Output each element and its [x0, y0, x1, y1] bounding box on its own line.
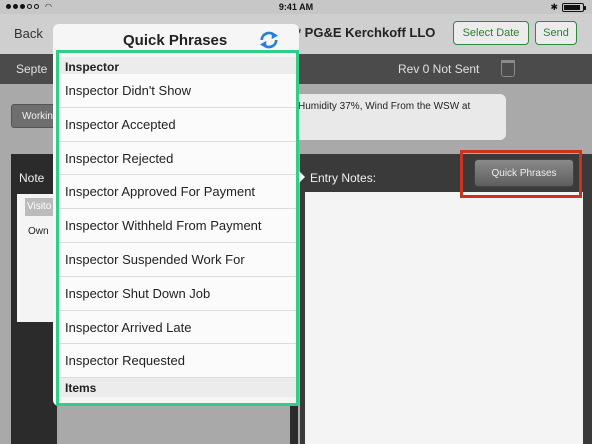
popover-arrow	[298, 170, 305, 184]
back-button[interactable]: Back	[14, 26, 43, 41]
send-button[interactable]: Send	[535, 21, 577, 45]
battery-icon	[562, 3, 586, 12]
refresh-icon[interactable]	[258, 30, 280, 50]
list-item-owner[interactable]: Own	[28, 226, 49, 237]
status-time: 9:41 AM	[278, 2, 314, 12]
bluetooth-icon: ✱	[550, 2, 558, 12]
entry-notes-label: Entry Notes:	[310, 171, 377, 185]
note-category-label: Note	[19, 171, 45, 185]
trash-icon[interactable]	[501, 60, 515, 77]
status-bar: ◠ 9:41 AM ✱	[0, 0, 592, 14]
popover-title: Quick Phrases	[123, 32, 228, 49]
report-date[interactable]: Septe	[16, 62, 47, 76]
popover-highlight-frame	[56, 50, 299, 406]
select-date-button[interactable]: Select Date	[453, 21, 529, 45]
quick-phrases-button[interactable]: Quick Phrases	[474, 159, 574, 187]
weather-summary: Humidity 37%, Wind From the WSW at	[290, 94, 506, 140]
revision-status: Rev 0 Not Sent	[398, 62, 480, 76]
page-title: * PG&E Kerchkoff LLO	[296, 25, 436, 40]
entry-notes-textarea[interactable]	[305, 192, 583, 444]
